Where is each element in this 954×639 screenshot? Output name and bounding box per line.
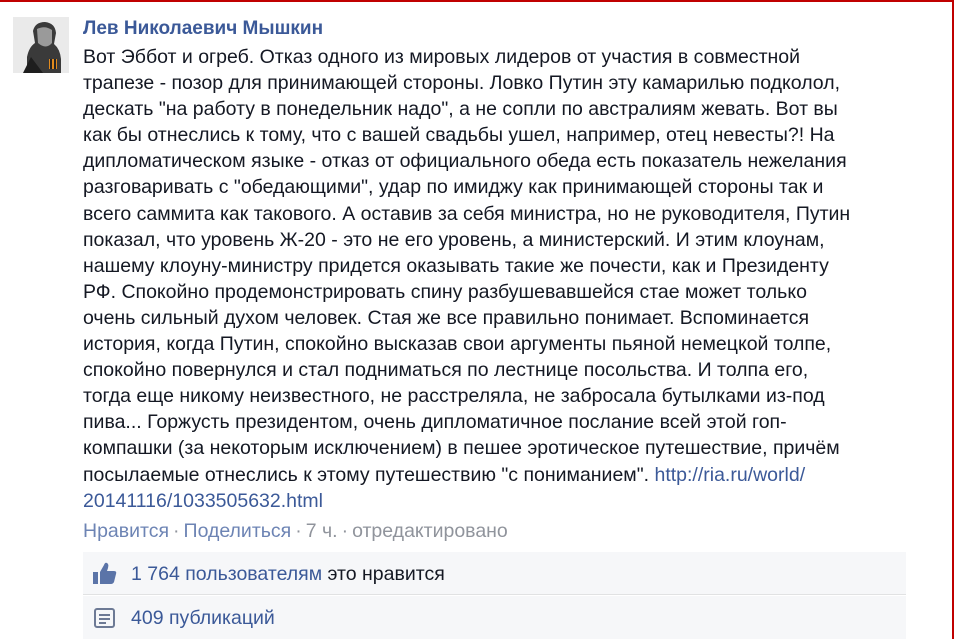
post-line: Вот Эббот и огреб. Отказ одного из миров… <box>83 46 801 68</box>
shares-count-link[interactable]: 409 публикаций <box>131 607 275 629</box>
post-line: дипломатическом языке - отказ от официал… <box>83 150 847 173</box>
post-text: Вот Эббот и огреб. Отказ одного из миров… <box>83 44 903 514</box>
post-line: тогда еще никому неизвестного, не расстр… <box>83 385 825 408</box>
likes-count-link[interactable]: 1 764 пользователям <box>131 563 322 585</box>
likes-text: 1 764 пользователям это нравится <box>131 561 445 587</box>
post-line-with-link: посылаемые отнеслись к этому путешествию… <box>83 462 903 488</box>
window-frame-top <box>0 0 954 2</box>
article-link-part1[interactable]: http://ria.ru/world/ <box>654 464 805 486</box>
likes-summary: 1 764 пользователям это нравится <box>83 552 906 595</box>
post-line-text: посылаемые отнеслись к этому путешествию… <box>83 463 655 486</box>
separator: · <box>173 520 180 542</box>
post-line: пива... Горжусть президентом, очень дипл… <box>83 411 787 434</box>
post-line: разговаривать с "обедающими", удар по им… <box>83 176 824 199</box>
post-line: трапезе - позор для принимающей стороны.… <box>83 72 841 95</box>
thumbs-up-icon <box>92 561 118 587</box>
like-link[interactable]: Нравится <box>83 520 169 542</box>
author-avatar[interactable] <box>13 17 69 73</box>
post-line: нашему клоуну-министру придется оказыват… <box>83 254 829 277</box>
likes-suffix: это нравится <box>322 563 445 585</box>
post-line: очень сильный духом человек. Стая же все… <box>83 306 810 329</box>
post-line: спокойно повернулся и стал подниматься п… <box>83 359 809 382</box>
separator: · <box>295 520 302 542</box>
share-post-icon <box>92 605 118 631</box>
post-line: РФ. Спокойно продемонстрировать спину ра… <box>83 280 807 303</box>
post-line: дескать "на работу в понедельник надо", … <box>83 98 838 121</box>
post-line: показал, что уровень Ж-20 - это не его у… <box>83 228 825 251</box>
post-line: история, когда Путин, спокойно высказав … <box>83 333 832 356</box>
shares-text: 409 публикаций <box>131 605 275 631</box>
article-link-part2[interactable]: 20141116/1033505632.html <box>83 490 323 512</box>
author-name[interactable]: Лев Николаевич Мышкин <box>83 17 323 41</box>
post-actions: Нравится · Поделиться · 7 ч. · отредактировано <box>83 518 508 544</box>
share-link[interactable]: Поделиться <box>184 520 292 542</box>
edited-label[interactable]: отредактировано <box>352 520 508 542</box>
shares-summary: 409 публикаций <box>83 596 906 639</box>
post-line: всего саммита как такового. А оставив за… <box>83 202 851 225</box>
post-line: компашки (за некоторым исключением) в пе… <box>83 437 840 460</box>
post-timestamp[interactable]: 7 ч. <box>306 520 338 542</box>
separator: · <box>341 520 349 542</box>
post-line-link: 20141116/1033505632.html <box>83 488 903 514</box>
post-line: как бы отнеслись к тому, что с вашей сва… <box>83 124 835 147</box>
